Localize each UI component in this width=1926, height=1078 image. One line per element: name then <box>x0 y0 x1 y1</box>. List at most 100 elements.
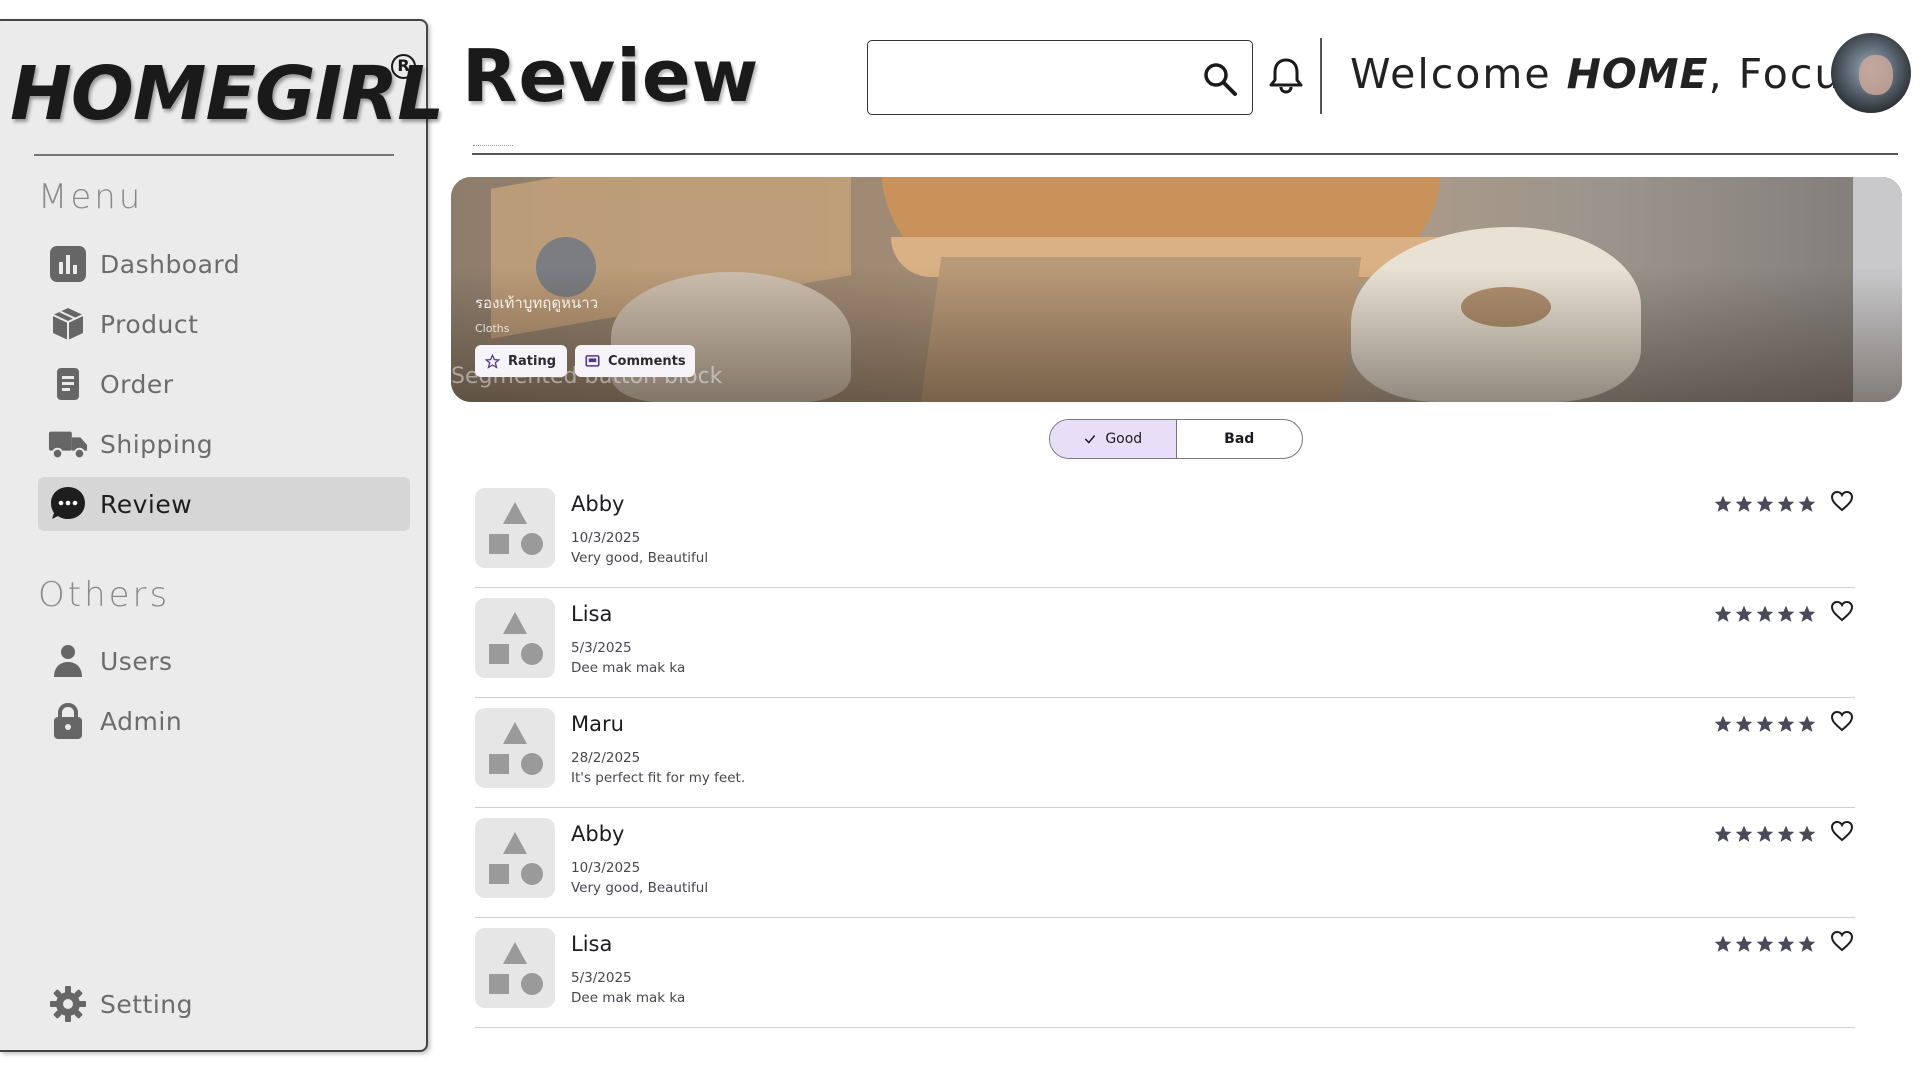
search-icon[interactable] <box>1202 61 1238 101</box>
star-icon <box>1713 604 1733 628</box>
star-icon <box>1734 494 1754 518</box>
search-input[interactable] <box>880 59 1184 97</box>
document-icon <box>48 364 88 404</box>
shapes-placeholder-icon <box>489 722 543 775</box>
review-date: 28/2/2025 <box>571 750 641 766</box>
shapes-placeholder-icon <box>489 502 543 555</box>
star-icon <box>1734 934 1754 958</box>
heart-icon[interactable] <box>1830 820 1854 846</box>
reviewer-name: Maru <box>571 712 624 736</box>
review-date: 10/3/2025 <box>571 860 641 876</box>
header-divider-line <box>472 153 1898 155</box>
segment-good[interactable]: Good <box>1050 420 1177 458</box>
star-icon <box>1797 824 1817 848</box>
person-icon <box>48 641 88 681</box>
search-box[interactable] <box>867 40 1253 115</box>
box-icon <box>48 304 88 344</box>
heart-icon[interactable] <box>1830 490 1854 516</box>
review-date: 10/3/2025 <box>571 530 641 546</box>
sidebar-item-product[interactable]: Product <box>38 297 410 351</box>
welcome-message: Welcome HOME, Focus <box>1350 50 1866 98</box>
heart-icon[interactable] <box>1830 930 1854 956</box>
reviewer-name: Abby <box>571 822 625 846</box>
review-item: Lisa 5/3/2025 Dee mak mak ka <box>475 918 1855 1028</box>
bar-chart-icon <box>48 244 88 284</box>
star-rating <box>1713 824 1817 848</box>
star-icon <box>1734 714 1754 738</box>
sidebar-item-label: Admin <box>100 706 183 736</box>
comments-chip[interactable]: Comments <box>575 345 695 377</box>
reviewer-name: Abby <box>571 492 625 516</box>
review-date: 5/3/2025 <box>571 970 632 986</box>
shapes-placeholder-icon <box>489 612 543 665</box>
star-icon <box>1776 604 1796 628</box>
product-category: Cloths <box>475 322 510 335</box>
rating-chip[interactable]: Rating <box>475 345 567 377</box>
sidebar-item-users[interactable]: Users <box>38 634 410 688</box>
star-icon <box>1776 934 1796 958</box>
review-image-placeholder <box>475 818 555 898</box>
product-banner: รองเท้าบูทฤดูหนาว Cloths Segmented butto… <box>451 177 1902 402</box>
review-text: Dee mak mak ka <box>571 990 686 1006</box>
review-date: 5/3/2025 <box>571 640 632 656</box>
sidebar-item-label: Setting <box>100 989 194 1019</box>
sidebar-item-review[interactable]: Review <box>38 477 410 531</box>
chat-bubble-icon <box>48 484 88 524</box>
lock-icon <box>48 701 88 741</box>
welcome-prefix: Welcome <box>1350 50 1567 98</box>
segment-bad[interactable]: Bad <box>1177 420 1303 458</box>
star-icon <box>1776 824 1796 848</box>
review-item: Maru 28/2/2025 It's perfect fit for my f… <box>475 698 1855 808</box>
product-title: รองเท้าบูทฤดูหนาว <box>475 294 599 312</box>
sidebar-item-dashboard[interactable]: Dashboard <box>38 237 410 291</box>
star-outline-icon <box>485 353 500 369</box>
header-dotted-mark <box>473 145 513 150</box>
star-rating <box>1713 494 1817 518</box>
star-icon <box>1797 714 1817 738</box>
sidebar-item-label: Dashboard <box>100 249 241 279</box>
registered-mark: R <box>391 54 416 79</box>
check-icon <box>1083 432 1097 446</box>
sidebar: HOMEGIRL R Menu Dashboard Product Order … <box>0 19 444 1052</box>
sidebar-item-setting[interactable]: Setting <box>38 977 410 1031</box>
sidebar-item-admin[interactable]: Admin <box>38 694 410 748</box>
sidebar-item-label: Product <box>100 309 199 339</box>
star-icon <box>1755 824 1775 848</box>
gear-icon <box>48 984 88 1024</box>
review-filter-segmented: Good Bad <box>1049 419 1303 459</box>
star-icon <box>1776 494 1796 518</box>
review-item: Lisa 5/3/2025 Dee mak mak ka <box>475 588 1855 698</box>
heart-icon[interactable] <box>1830 600 1854 626</box>
review-text: Dee mak mak ka <box>571 660 686 676</box>
rating-chip-label: Rating <box>508 353 557 369</box>
others-section-title: Others <box>38 575 171 615</box>
sidebar-item-order[interactable]: Order <box>38 357 410 411</box>
star-rating <box>1713 604 1817 628</box>
star-icon <box>1797 604 1817 628</box>
review-image-placeholder <box>475 488 555 568</box>
notification-bell-icon[interactable] <box>1268 56 1304 98</box>
review-text: Very good, Beautiful <box>571 880 709 896</box>
review-item: Abby 10/3/2025 Very good, Beautiful <box>475 478 1855 588</box>
sidebar-item-label: Order <box>100 369 174 399</box>
star-icon <box>1713 824 1733 848</box>
heart-icon[interactable] <box>1830 710 1854 736</box>
comment-icon <box>585 354 600 369</box>
star-icon <box>1755 494 1775 518</box>
shapes-placeholder-icon <box>489 942 543 995</box>
review-text: Very good, Beautiful <box>571 550 709 566</box>
star-icon <box>1713 714 1733 738</box>
brand-logo: HOMEGIRL <box>10 51 444 137</box>
star-icon <box>1713 934 1733 958</box>
sidebar-item-shipping[interactable]: Shipping <box>38 417 410 471</box>
star-icon <box>1755 934 1775 958</box>
star-icon <box>1713 494 1733 518</box>
star-icon <box>1755 714 1775 738</box>
sidebar-item-label: Users <box>100 646 173 676</box>
logo-divider <box>34 154 394 156</box>
sidebar-item-label: Review <box>100 489 193 519</box>
avatar[interactable] <box>1831 33 1911 113</box>
review-image-placeholder <box>475 598 555 678</box>
page-title: Review <box>462 34 760 118</box>
shapes-placeholder-icon <box>489 832 543 885</box>
